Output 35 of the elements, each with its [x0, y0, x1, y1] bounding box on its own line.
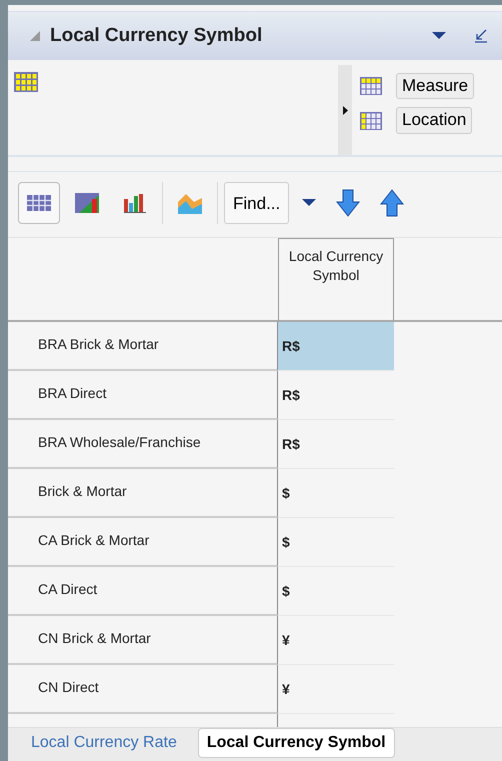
grid-icon [360, 77, 382, 96]
find-button[interactable]: Find... [224, 182, 290, 224]
area-chart-icon [178, 192, 202, 214]
row-header: BRA Direct [8, 371, 278, 420]
row-header: Brick & Mortar [8, 469, 278, 518]
row-header: CN Direct [8, 665, 278, 714]
sheet-tab[interactable]: Local Currency Rate [22, 728, 186, 758]
table-icon [27, 194, 51, 210]
table-cell[interactable]: R$ [278, 322, 394, 371]
table-cell[interactable]: ¥ [278, 665, 394, 714]
table-cell[interactable]: R$ [278, 371, 394, 420]
table-chart-icon [75, 192, 99, 212]
table-cell[interactable]: R$ [278, 420, 394, 469]
bar-chart-icon [124, 192, 146, 212]
row-header: CA Brick & Mortar [8, 518, 278, 567]
dimension-button[interactable]: Measure [396, 73, 474, 100]
grid-icon [360, 112, 382, 130]
row-header: BRA Wholesale/Franchise [8, 420, 278, 469]
dropdown-icon[interactable] [302, 198, 316, 206]
dropdown-icon[interactable] [432, 32, 446, 40]
sheet-tab[interactable]: Local Currency Symbol [198, 728, 395, 758]
minimize-icon[interactable] [474, 29, 488, 43]
table-cell[interactable]: $ [278, 518, 394, 567]
grid-icon [14, 72, 38, 92]
row-header: CN Brick & Mortar [8, 616, 278, 665]
table-cell[interactable]: $ [278, 567, 394, 616]
view-button[interactable] [18, 182, 60, 224]
up-arrow-icon[interactable] [380, 188, 404, 216]
table-cell[interactable]: ¥ [278, 616, 394, 665]
row-header: CA Direct [8, 567, 278, 616]
panel-title: Local Currency Symbol [50, 24, 262, 48]
expand-arrow-icon[interactable] [342, 106, 348, 114]
down-arrow-icon[interactable] [336, 188, 360, 216]
table-cell[interactable]: $ [278, 469, 394, 518]
dimension-button[interactable]: Location [396, 107, 472, 134]
